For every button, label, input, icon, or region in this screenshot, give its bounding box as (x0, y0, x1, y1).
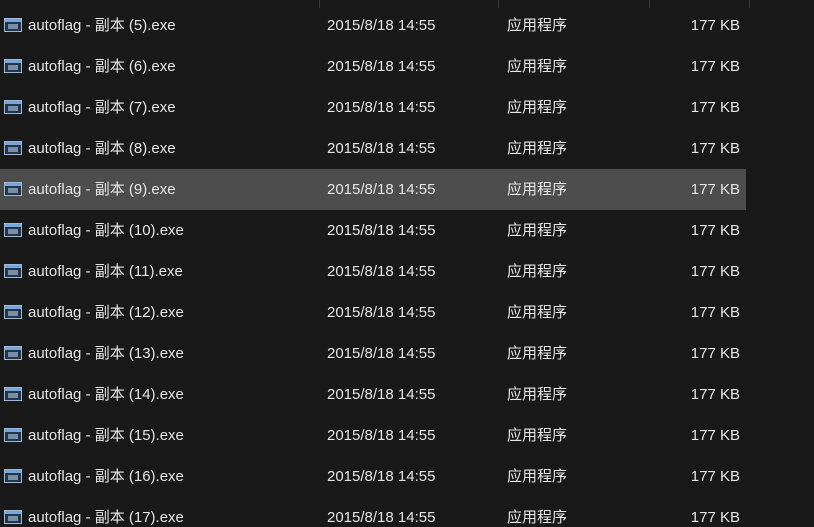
file-row[interactable]: autoflag - 副本 (16).exe 2015/8/18 14:55 应用程… (0, 456, 746, 497)
file-date-modified: 2015/8/18 14:55 (327, 427, 436, 444)
exe-file-icon (4, 346, 22, 360)
file-type: 应用程序 (507, 17, 568, 34)
file-date-modified: 2015/8/18 14:55 (327, 386, 436, 403)
file-size: 177 KB (690, 509, 740, 526)
file-type: 应用程序 (507, 58, 568, 75)
file-list: autoflag - 副本 (5).exe 2015/8/18 14:55 应用程序… (0, 0, 814, 527)
file-row[interactable]: autoflag - 副本 (9).exe 2015/8/18 14:55 应用程序… (0, 169, 746, 210)
file-row[interactable]: autoflag - 副本 (14).exe 2015/8/18 14:55 应用程… (0, 374, 746, 415)
exe-file-icon (4, 223, 22, 237)
exe-file-icon (4, 510, 22, 524)
file-row[interactable]: autoflag - 副本 (8).exe 2015/8/18 14:55 应用程序… (0, 128, 746, 169)
file-date-modified: 2015/8/18 14:55 (327, 58, 436, 75)
exe-file-icon (4, 305, 22, 319)
file-date-modified: 2015/8/18 14:55 (327, 17, 436, 34)
file-date-modified: 2015/8/18 14:55 (327, 222, 436, 239)
file-name: autoflag - 副本 (14).exe (28, 386, 184, 403)
file-row[interactable]: autoflag - 副本 (12).exe 2015/8/18 14:55 应用程… (0, 292, 746, 333)
file-size: 177 KB (690, 263, 740, 280)
file-size: 177 KB (690, 17, 740, 34)
file-name: autoflag - 副本 (16).exe (28, 468, 184, 485)
exe-file-icon (4, 387, 22, 401)
file-size: 177 KB (690, 58, 740, 75)
file-date-modified: 2015/8/18 14:55 (327, 263, 436, 280)
file-row[interactable]: autoflag - 副本 (13).exe 2015/8/18 14:55 应用程… (0, 333, 746, 374)
file-type: 应用程序 (507, 99, 568, 116)
file-name: autoflag - 副本 (5).exe (28, 17, 176, 34)
file-name: autoflag - 副本 (9).exe (28, 181, 176, 198)
file-name: autoflag - 副本 (6).exe (28, 58, 176, 75)
file-size: 177 KB (690, 222, 740, 239)
file-type: 应用程序 (507, 345, 568, 362)
file-type: 应用程序 (507, 304, 568, 321)
file-date-modified: 2015/8/18 14:55 (327, 468, 436, 485)
exe-file-icon (4, 428, 22, 442)
file-row[interactable]: autoflag - 副本 (5).exe 2015/8/18 14:55 应用程序… (0, 5, 746, 46)
file-name: autoflag - 副本 (10).exe (28, 222, 184, 239)
exe-file-icon (4, 264, 22, 278)
file-row[interactable]: autoflag - 副本 (15).exe 2015/8/18 14:55 应用程… (0, 415, 746, 456)
file-date-modified: 2015/8/18 14:55 (327, 140, 436, 157)
exe-file-icon (4, 18, 22, 32)
file-row[interactable]: autoflag - 副本 (11).exe 2015/8/18 14:55 应用程… (0, 251, 746, 292)
exe-file-icon (4, 469, 22, 483)
file-name: autoflag - 副本 (13).exe (28, 345, 184, 362)
file-size: 177 KB (690, 181, 740, 198)
file-size: 177 KB (690, 304, 740, 321)
file-name: autoflag - 副本 (8).exe (28, 140, 176, 157)
file-row[interactable]: autoflag - 副本 (10).exe 2015/8/18 14:55 应用程… (0, 210, 746, 251)
file-type: 应用程序 (507, 386, 568, 403)
file-date-modified: 2015/8/18 14:55 (327, 509, 436, 526)
file-type: 应用程序 (507, 140, 568, 157)
file-date-modified: 2015/8/18 14:55 (327, 181, 436, 198)
file-rows: autoflag - 副本 (5).exe 2015/8/18 14:55 应用程序… (0, 5, 814, 527)
file-type: 应用程序 (507, 468, 568, 485)
file-date-modified: 2015/8/18 14:55 (327, 99, 436, 116)
file-row[interactable]: autoflag - 副本 (6).exe 2015/8/18 14:55 应用程序… (0, 46, 746, 87)
file-type: 应用程序 (507, 263, 568, 280)
file-name: autoflag - 副本 (17).exe (28, 509, 184, 526)
file-size: 177 KB (690, 427, 740, 444)
file-name: autoflag - 副本 (15).exe (28, 427, 184, 444)
file-size: 177 KB (690, 386, 740, 403)
file-row[interactable]: autoflag - 副本 (17).exe 2015/8/18 14:55 应用程… (0, 497, 746, 527)
file-name: autoflag - 副本 (7).exe (28, 99, 176, 116)
exe-file-icon (4, 59, 22, 73)
file-name: autoflag - 副本 (12).exe (28, 304, 184, 321)
exe-file-icon (4, 100, 22, 114)
file-row[interactable]: autoflag - 副本 (7).exe 2015/8/18 14:55 应用程序… (0, 87, 746, 128)
file-size: 177 KB (690, 345, 740, 362)
file-type: 应用程序 (507, 427, 568, 444)
file-type: 应用程序 (507, 181, 568, 198)
file-date-modified: 2015/8/18 14:55 (327, 345, 436, 362)
exe-file-icon (4, 182, 22, 196)
file-type: 应用程序 (507, 509, 568, 526)
file-size: 177 KB (690, 468, 740, 485)
file-size: 177 KB (690, 140, 740, 157)
file-date-modified: 2015/8/18 14:55 (327, 304, 436, 321)
file-size: 177 KB (690, 99, 740, 116)
exe-file-icon (4, 141, 22, 155)
file-type: 应用程序 (507, 222, 568, 239)
file-name: autoflag - 副本 (11).exe (28, 263, 183, 280)
